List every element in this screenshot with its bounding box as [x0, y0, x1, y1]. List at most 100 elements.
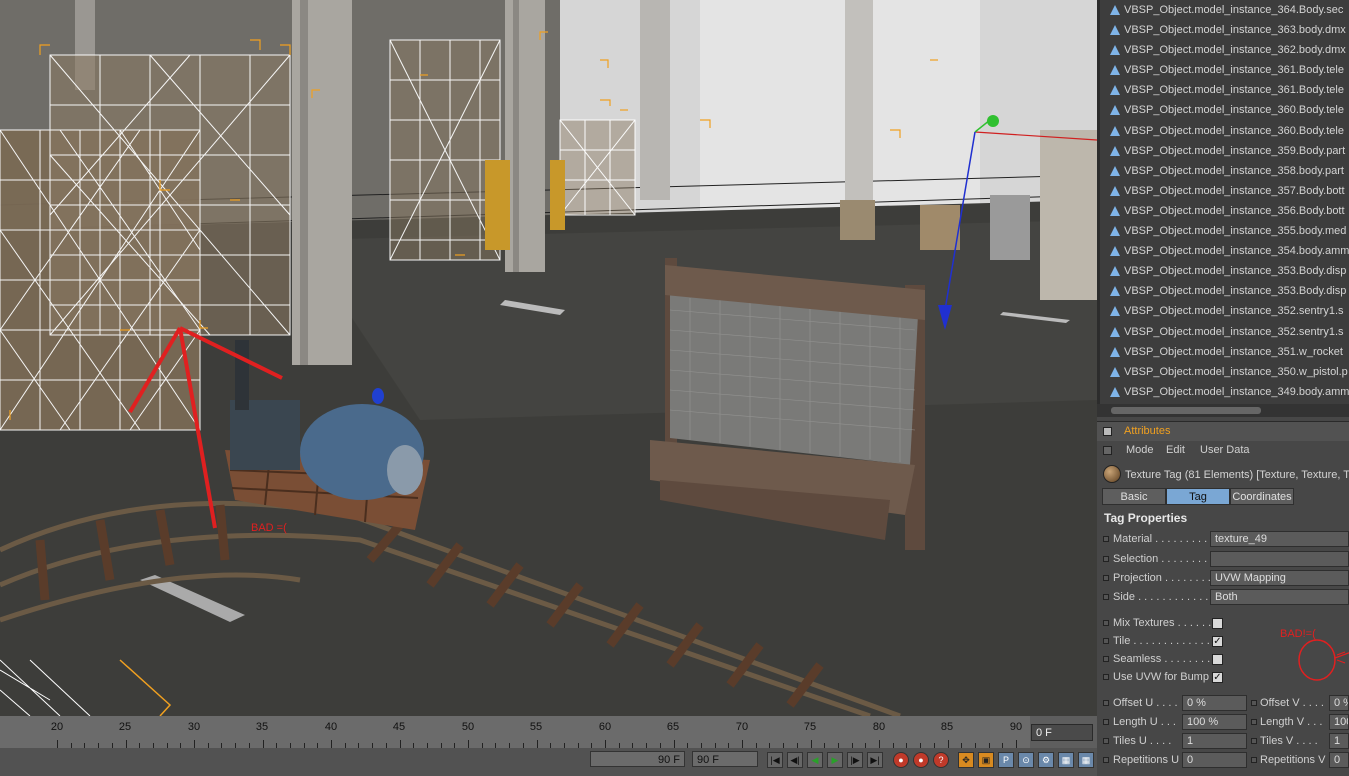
- object-list-item[interactable]: VBSP_Object.model_instance_361.Body.tele: [1100, 60, 1349, 80]
- anim-dot-icon[interactable]: [1103, 556, 1109, 562]
- object-list-item[interactable]: VBSP_Object.model_instance_353.Body.disp: [1100, 281, 1349, 301]
- anim-dot-icon[interactable]: [1251, 738, 1257, 744]
- go-to-end-icon[interactable]: ▶|: [867, 752, 883, 768]
- polygon-object-icon: [1110, 145, 1120, 156]
- length-u-field[interactable]: 100 %: [1182, 714, 1247, 730]
- polygon-object-icon: [1110, 85, 1120, 96]
- current-frame-field[interactable]: 0 F: [1031, 724, 1093, 741]
- polygon-object-icon: [1110, 306, 1120, 317]
- panel-toggle-checkbox[interactable]: [1103, 427, 1112, 436]
- rotate-key-icon[interactable]: P: [998, 752, 1014, 768]
- timeline-tick: [605, 740, 606, 748]
- tiles-u-label: Tiles U . . . .: [1113, 735, 1172, 747]
- object-list-item[interactable]: VBSP_Object.model_instance_358.body.part: [1100, 161, 1349, 181]
- menu-mode[interactable]: Mode: [1126, 444, 1154, 456]
- object-list-item[interactable]: VBSP_Object.model_instance_349.body.amm: [1100, 382, 1349, 402]
- end-frame-field[interactable]: 90 F: [692, 751, 758, 767]
- pla-key-icon[interactable]: ⚙: [1038, 752, 1054, 768]
- tick-label: 80: [872, 721, 886, 733]
- anim-dot-icon[interactable]: [1251, 757, 1257, 763]
- go-to-start-icon[interactable]: |◀: [767, 752, 783, 768]
- tab-basic[interactable]: Basic: [1102, 488, 1166, 505]
- projection-row: Projection . . . . . . . . . UVW Mapping: [1097, 570, 1349, 588]
- repetitions-v-field[interactable]: 0: [1329, 752, 1349, 768]
- tick-label: 35: [255, 721, 269, 733]
- timeline-tick: [331, 740, 332, 748]
- anim-dot-icon[interactable]: [1103, 674, 1109, 680]
- object-list-item[interactable]: VBSP_Object.model_instance_361.Body.tele: [1100, 80, 1349, 100]
- object-list-item[interactable]: VBSP_Object.model_instance_356.Body.bott: [1100, 201, 1349, 221]
- previous-key-icon[interactable]: ◀|: [787, 752, 803, 768]
- object-list-item[interactable]: VBSP_Object.model_instance_355.body.med: [1100, 221, 1349, 241]
- object-name: VBSP_Object.model_instance_360.Body.tele: [1124, 104, 1344, 117]
- menu-edit[interactable]: Edit: [1166, 444, 1185, 456]
- attributes-header: Attributes: [1097, 421, 1349, 441]
- anim-dot-icon[interactable]: [1103, 719, 1109, 725]
- object-list-item[interactable]: VBSP_Object.model_instance_352.sentry1.s: [1100, 301, 1349, 321]
- timeline-ruler[interactable]: 20 25 30 35 40 45 50 55 60 65 70 75 80 8…: [0, 716, 1030, 748]
- anim-dot-icon[interactable]: [1103, 638, 1109, 644]
- material-field[interactable]: texture_49: [1210, 531, 1349, 547]
- keyframe-selection-icon[interactable]: ?: [933, 752, 949, 768]
- object-list-item[interactable]: VBSP_Object.model_instance_363.body.dmx: [1100, 20, 1349, 40]
- 3d-viewport[interactable]: BAD =(: [0, 0, 1097, 716]
- anim-dot-icon[interactable]: [1251, 719, 1257, 725]
- tick-label: 90: [1009, 721, 1023, 733]
- object-list-item[interactable]: VBSP_Object.model_instance_360.Body.tele: [1100, 121, 1349, 141]
- next-key-icon[interactable]: |▶: [847, 752, 863, 768]
- scale-key-icon[interactable]: ▣: [978, 752, 994, 768]
- repetitions-v-label: Repetitions V: [1260, 754, 1326, 766]
- object-name: VBSP_Object.model_instance_358.body.part: [1124, 164, 1344, 177]
- object-name: VBSP_Object.model_instance_353.Body.disp: [1124, 285, 1347, 298]
- anim-dot-icon[interactable]: [1251, 700, 1257, 706]
- anim-dot-icon[interactable]: [1103, 757, 1109, 763]
- anim-dot-icon[interactable]: [1103, 620, 1109, 626]
- anim-dot-icon[interactable]: [1103, 536, 1109, 542]
- param-key-icon[interactable]: ⊙: [1018, 752, 1034, 768]
- object-list-item[interactable]: VBSP_Object.model_instance_351.w_rocket: [1100, 342, 1349, 362]
- offset-v-field[interactable]: 0 %: [1329, 695, 1349, 711]
- offset-u-field[interactable]: 0 %: [1182, 695, 1247, 711]
- anim-dot-icon[interactable]: [1103, 594, 1109, 600]
- tiles-u-field[interactable]: 1: [1182, 733, 1247, 749]
- play-forward-icon[interactable]: ▶: [827, 752, 843, 768]
- object-list-item[interactable]: VBSP_Object.model_instance_353.Body.disp: [1100, 261, 1349, 281]
- timeline-options-icon[interactable]: ▦: [1078, 752, 1094, 768]
- length-v-field[interactable]: 100 %: [1329, 714, 1349, 730]
- tab-tag[interactable]: Tag: [1166, 488, 1230, 505]
- tab-coordinates[interactable]: Coordinates: [1230, 488, 1294, 505]
- autokey-icon[interactable]: ●: [913, 752, 929, 768]
- object-list-item[interactable]: VBSP_Object.model_instance_360.Body.tele: [1100, 100, 1349, 120]
- selection-field[interactable]: [1210, 551, 1349, 567]
- selection-row: Selection . . . . . . . . .: [1097, 551, 1349, 569]
- object-list-item[interactable]: VBSP_Object.model_instance_357.Body.bott: [1100, 181, 1349, 201]
- object-list-item[interactable]: VBSP_Object.model_instance_352.sentry1.s: [1100, 322, 1349, 342]
- key-interpolation-icon[interactable]: ▦: [1058, 752, 1074, 768]
- polygon-object-icon: [1110, 25, 1120, 36]
- tiles-v-field[interactable]: 1: [1329, 733, 1349, 749]
- repetitions-u-field[interactable]: 0: [1182, 752, 1247, 768]
- record-icon[interactable]: ●: [893, 752, 909, 768]
- scrollbar-thumb[interactable]: [1111, 407, 1261, 414]
- object-list-item[interactable]: VBSP_Object.model_instance_359.Body.part: [1100, 141, 1349, 161]
- menu-user-data[interactable]: User Data: [1200, 444, 1250, 456]
- object-list-item[interactable]: VBSP_Object.model_instance_364.Body.sec: [1100, 0, 1349, 20]
- object-list-item[interactable]: VBSP_Object.model_instance_362.body.dmx: [1100, 40, 1349, 60]
- projection-dropdown[interactable]: UVW Mapping: [1210, 570, 1349, 586]
- tag-info-text: Texture Tag (81 Elements) [Texture, Text…: [1125, 469, 1349, 481]
- timeline[interactable]: 20 25 30 35 40 45 50 55 60 65 70 75 80 8…: [0, 716, 1097, 776]
- play-backward-icon[interactable]: ◀: [807, 752, 823, 768]
- timeline-tick: [810, 740, 812, 748]
- side-row: Side . . . . . . . . . . . . . Both: [1097, 589, 1349, 607]
- side-dropdown[interactable]: Both: [1210, 589, 1349, 605]
- object-list-scrollbar[interactable]: [1097, 404, 1349, 417]
- object-manager-list[interactable]: VBSP_Object.model_instance_364.Body.sec V…: [1097, 0, 1349, 404]
- object-list-item[interactable]: VBSP_Object.model_instance_350.w_pistol.…: [1100, 362, 1349, 382]
- anim-dot-icon[interactable]: [1103, 738, 1109, 744]
- object-list-item[interactable]: VBSP_Object.model_instance_354.body.amm: [1100, 241, 1349, 261]
- tick-label: 50: [461, 721, 475, 733]
- anim-dot-icon[interactable]: [1103, 656, 1109, 662]
- move-key-icon[interactable]: ✥: [958, 752, 974, 768]
- anim-dot-icon[interactable]: [1103, 700, 1109, 706]
- anim-dot-icon[interactable]: [1103, 575, 1109, 581]
